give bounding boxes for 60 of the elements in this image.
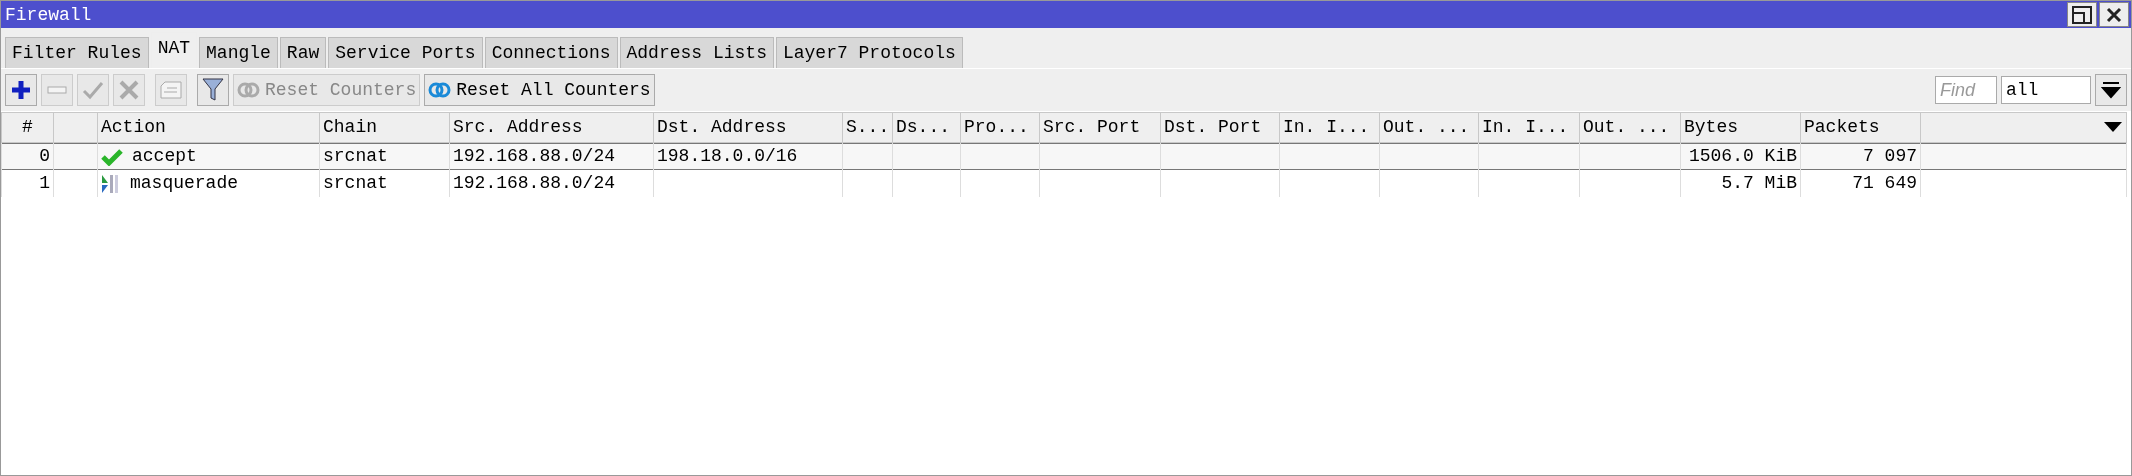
table-cell: 71 649 [1800, 170, 1921, 197]
column-header: Bytes [1680, 112, 1801, 143]
column-header: Action [97, 112, 320, 143]
arrow-down-icon [2101, 80, 2121, 100]
action-text: accept [132, 145, 197, 168]
action-text: masquerade [130, 172, 239, 195]
check-icon [82, 79, 104, 101]
table-cell: 192.168.88.0/24 [449, 170, 654, 197]
restore-icon [2072, 5, 2092, 24]
close-icon [2106, 6, 2122, 23]
tab[interactable]: Raw [279, 37, 327, 68]
tab[interactable]: Filter Rules [5, 37, 149, 68]
column-header: S... [842, 112, 893, 143]
bars-icon [101, 172, 121, 195]
tab[interactable]: Service Ports [328, 37, 483, 68]
check-icon [101, 147, 123, 166]
column-header: Chain [319, 112, 450, 143]
table-cell: 7 097 [1800, 142, 1921, 170]
window-title: Firewall [5, 5, 93, 24]
add-button[interactable] [5, 74, 37, 106]
table-cell: 192.168.88.0/24 [449, 142, 654, 170]
table-cell: 1506.0 KiB [1680, 142, 1801, 170]
column-header: Dst. Port [1160, 112, 1280, 143]
table-cell: srcnat [319, 170, 450, 197]
table-cell: 1 [1, 170, 54, 197]
table-cell: 198.18.0.0/16 [653, 142, 843, 170]
restore-button[interactable] [2067, 2, 2097, 27]
tab[interactable]: Layer7 Protocols [775, 37, 963, 68]
table-row[interactable]: 1 masquerade srcnat 192.168.88.0/24 5.7 MiB 71 649 [1, 170, 2127, 197]
tab[interactable]: Mangle [199, 37, 278, 68]
find-field[interactable]: Find [1935, 76, 1997, 104]
add-icon [10, 79, 32, 101]
close-button[interactable] [2099, 2, 2129, 27]
rings-icon [428, 81, 453, 99]
caret-icon [2103, 121, 2123, 134]
column-header: Out. ... [1379, 112, 1479, 143]
column-header: Src. Port [1039, 112, 1161, 143]
filter-button[interactable] [197, 74, 229, 106]
filter-field[interactable]: all [2001, 76, 2091, 104]
table-cell: srcnat [319, 142, 450, 170]
column-header: Out. ... [1579, 112, 1681, 143]
column-header: In. I... [1478, 112, 1580, 143]
column-header: Pro... [960, 112, 1040, 143]
note-icon [159, 80, 183, 100]
dropdown-button[interactable] [2095, 74, 2127, 106]
column-header: In. I... [1279, 112, 1380, 143]
table-cell: 5.7 MiB [1680, 170, 1801, 197]
column-header: Packets [1800, 112, 1921, 143]
tab[interactable]: Connections [484, 37, 618, 68]
rings-icon [237, 81, 261, 99]
cross-icon [118, 79, 140, 101]
filter-icon [202, 78, 224, 102]
table-cell: 0 [1, 142, 54, 170]
reset-counters-button[interactable]: Reset All Counters [424, 74, 655, 106]
column-header: # [1, 112, 54, 143]
column-header: Src. Address [449, 112, 654, 143]
table-row[interactable]: 0 accept srcnat 192.168.88.0/24 198.18.0.0/16 1506.0 KiB 7 097 [1, 142, 2127, 170]
tab[interactable]: Address Lists [619, 37, 774, 68]
column-header: Dst. Address [653, 112, 843, 143]
column-header: Ds... [892, 112, 961, 143]
